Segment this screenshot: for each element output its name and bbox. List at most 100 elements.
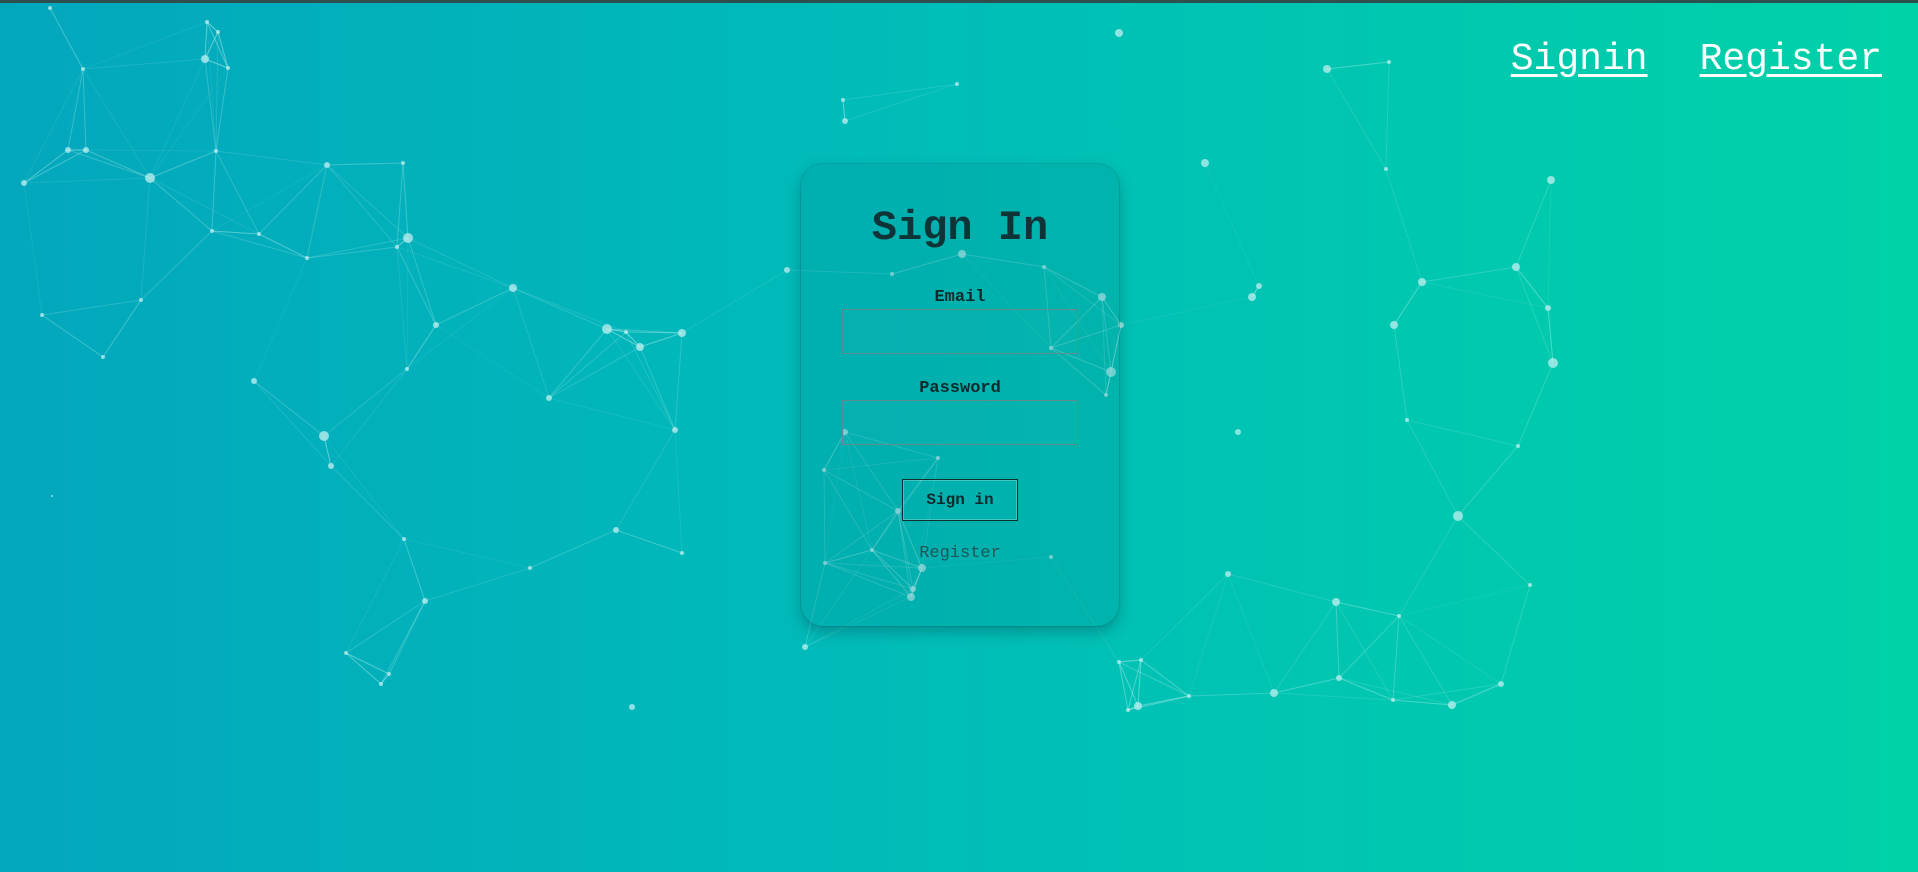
network-node: [1248, 293, 1256, 301]
network-link: [1140, 573, 1229, 661]
network-link: [23, 68, 84, 184]
network-node: [1270, 689, 1278, 697]
network-node: [403, 233, 413, 243]
network-node: [509, 284, 517, 292]
network-node: [1548, 358, 1558, 368]
network-node: [841, 98, 845, 102]
network-link: [1120, 296, 1253, 326]
network-link: [403, 538, 531, 569]
network-node: [1235, 429, 1241, 435]
network-link: [149, 177, 213, 232]
network-node: [344, 651, 348, 655]
network-link: [407, 237, 514, 289]
network-link: [1457, 445, 1519, 517]
network-node: [210, 229, 214, 233]
network-link: [1338, 677, 1453, 706]
network-link: [842, 99, 846, 122]
network-node: [395, 245, 399, 249]
network-node: [401, 161, 405, 165]
network-link: [424, 567, 531, 602]
network-link: [1338, 615, 1400, 679]
network-link: [23, 182, 43, 316]
register-link[interactable]: Register: [801, 544, 1119, 563]
network-link: [396, 246, 408, 370]
network-link: [407, 237, 437, 326]
network-link: [1515, 179, 1552, 268]
network-link: [215, 67, 229, 152]
network-node: [1512, 263, 1520, 271]
network-link: [1500, 584, 1531, 685]
network-node: [1126, 708, 1130, 712]
network-node: [81, 67, 85, 71]
network-link: [345, 652, 382, 685]
nav-signin-link[interactable]: Signin: [1511, 38, 1648, 81]
network-link: [140, 230, 213, 301]
network-link: [1393, 281, 1423, 326]
network-node: [629, 704, 635, 710]
network-link: [345, 538, 405, 654]
network-link: [41, 299, 142, 316]
signin-card: Sign In Email Password Sign in Register: [801, 164, 1119, 626]
network-node: [405, 367, 409, 371]
network-node: [1134, 702, 1142, 710]
network-node: [387, 672, 391, 676]
network-link: [615, 429, 676, 531]
signin-button[interactable]: Sign in: [902, 479, 1018, 521]
network-link: [1398, 615, 1502, 685]
network-node: [1225, 571, 1231, 577]
network-link: [1515, 266, 1554, 364]
network-node: [139, 298, 143, 302]
network-link: [1393, 324, 1408, 421]
network-link: [435, 287, 514, 326]
password-input[interactable]: [842, 400, 1078, 445]
nav-register-link[interactable]: Register: [1700, 38, 1882, 81]
network-node: [672, 427, 678, 433]
network-link: [82, 21, 208, 70]
network-node: [1390, 321, 1398, 329]
network-node: [784, 267, 790, 273]
network-node: [1336, 675, 1342, 681]
network-link: [1398, 584, 1531, 617]
network-link: [323, 368, 408, 437]
network-link: [1326, 61, 1390, 70]
network-link: [85, 149, 151, 179]
network-node: [1448, 701, 1456, 709]
network-link: [215, 150, 328, 166]
network-node: [842, 118, 848, 124]
network-link: [345, 652, 390, 675]
network-link: [323, 435, 405, 540]
network-link: [1398, 615, 1453, 706]
network-node: [205, 20, 209, 24]
network-link: [1457, 515, 1531, 586]
network-link: [388, 600, 426, 675]
network-link: [23, 149, 69, 184]
network-node: [613, 527, 619, 533]
network-node: [1516, 444, 1520, 448]
network-node: [636, 343, 644, 351]
network-link: [548, 331, 627, 399]
network-node: [1187, 694, 1191, 698]
email-input[interactable]: [842, 309, 1078, 354]
network-node: [83, 147, 89, 153]
network-link: [1547, 179, 1552, 309]
network-link: [1188, 573, 1229, 697]
network-link: [1392, 683, 1502, 701]
network-node: [1332, 598, 1340, 606]
network-node: [624, 330, 628, 334]
network-link: [1140, 659, 1190, 697]
network-link: [1547, 307, 1554, 364]
network-link: [1118, 661, 1190, 697]
network-link: [681, 269, 788, 334]
network-link: [1273, 677, 1340, 694]
network-link: [23, 149, 87, 184]
network-node: [251, 378, 257, 384]
network-link: [67, 149, 151, 179]
network-link: [402, 162, 409, 239]
network-link: [1118, 661, 1129, 711]
network-link: [1406, 419, 1519, 447]
network-node: [305, 256, 309, 260]
signin-title: Sign In: [871, 204, 1049, 252]
network-link: [215, 150, 260, 235]
network-node: [1397, 614, 1401, 618]
network-link: [1335, 601, 1400, 617]
